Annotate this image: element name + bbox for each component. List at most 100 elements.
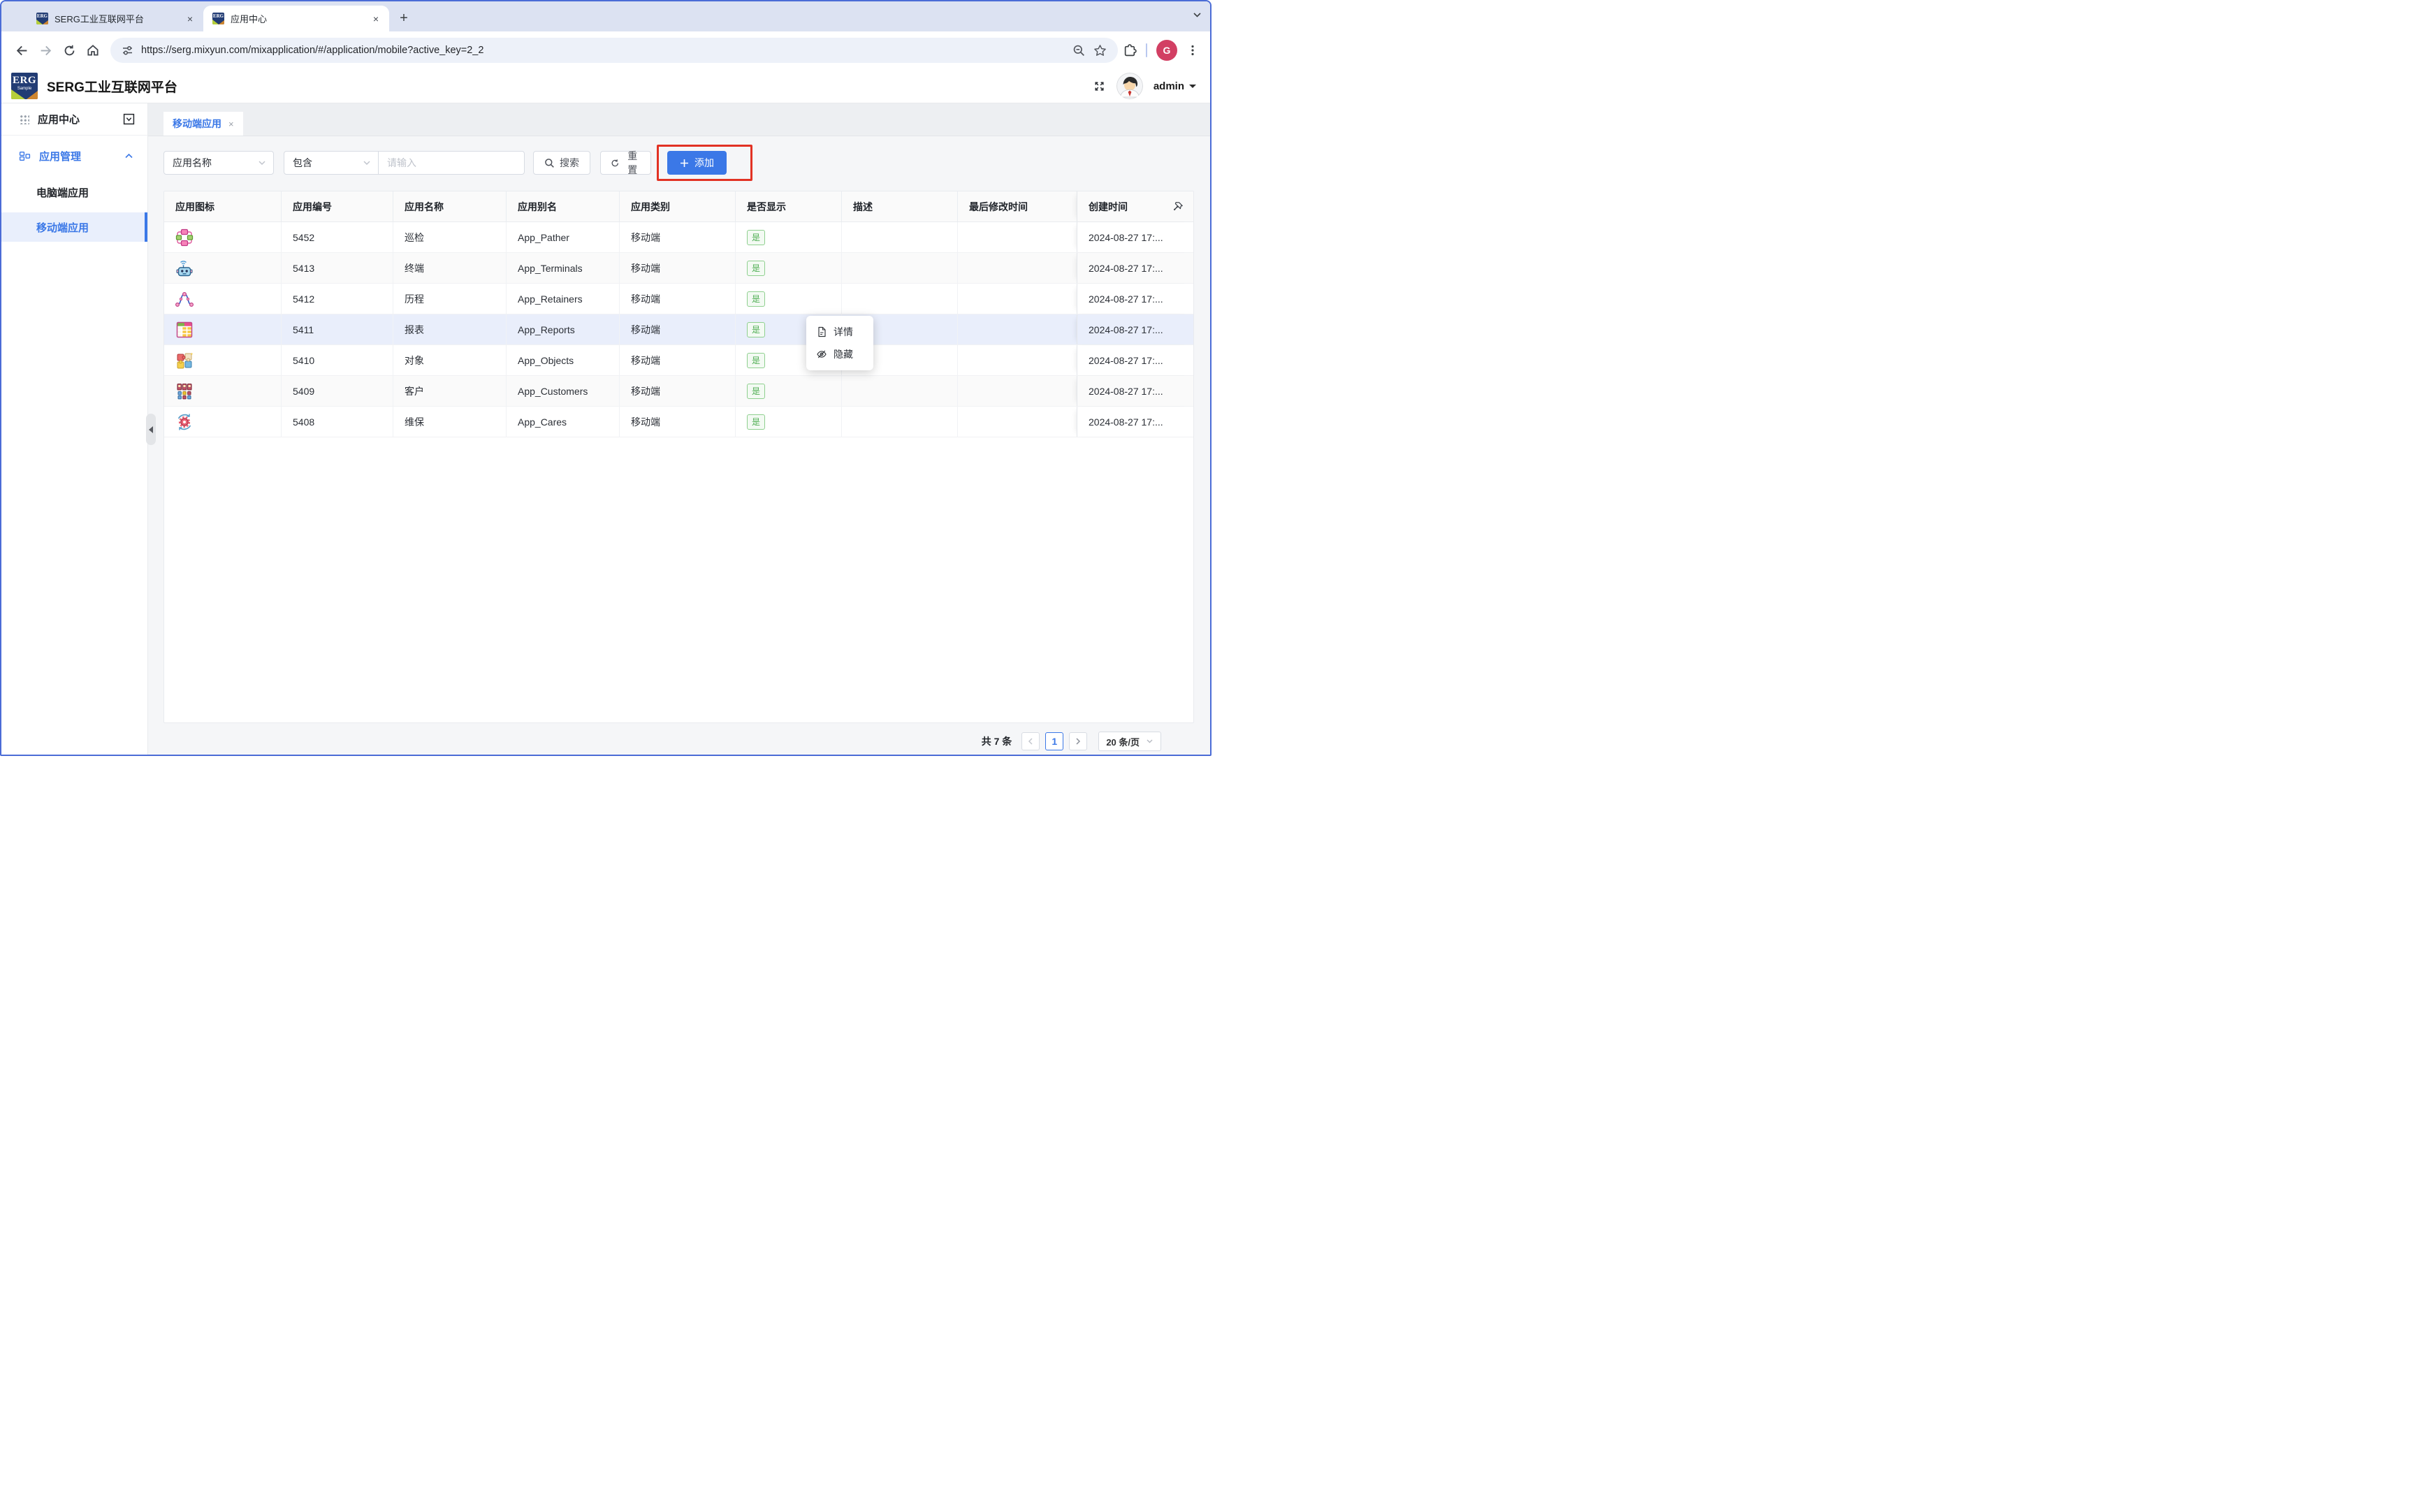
col-app-alias: 应用别名 [507,191,620,221]
keyword-input-wrap [378,151,525,175]
browser-toolbar: https://serg.mixyun.com/mixapplication/#… [1,31,1210,69]
user-avatar[interactable] [1116,73,1143,99]
workflow-icon [175,228,194,247]
col-modified: 最后修改时间 [958,191,1077,221]
serg-logo: ERG Sample [11,73,38,99]
username-menu[interactable]: admin [1154,80,1196,92]
table-row[interactable]: 5408 维保 App_Cares 移动端 是 2024-08-27 17:..… [164,407,1193,437]
chevron-left-icon [1027,737,1034,746]
tab-close-icon[interactable]: × [184,13,196,24]
prev-page-button[interactable] [1021,732,1040,750]
triangle-left-icon [145,426,153,433]
url-bar[interactable]: https://serg.mixyun.com/mixapplication/#… [110,38,1118,63]
keyword-input[interactable] [387,157,516,168]
next-page-button[interactable] [1069,732,1087,750]
browser-tab-strip: ERG SERG工业互联网平台 × ERG 应用中心 × + [1,1,1210,31]
col-visible: 是否显示 [736,191,842,221]
table-row-highlighted[interactable]: 5411 报表 App_Reports 移动端 是 2024-08-27 17:… [164,314,1193,345]
page-size-select[interactable]: 20 条/页 [1098,732,1161,751]
browser-tab-inactive[interactable]: ERG SERG工业互联网平台 × [27,6,203,31]
app-header: ERG Sample SERG工业互联网平台 admin [1,69,1210,103]
tab-close-icon[interactable]: × [228,119,234,129]
search-icon [544,158,555,168]
page-title: SERG工业互联网平台 [47,77,177,96]
toolbar-separator [1146,43,1147,57]
tab-list-chevron-icon[interactable] [1193,11,1202,18]
browser-tab-active[interactable]: ERG 应用中心 × [203,6,389,31]
robot-icon [175,259,194,277]
pagination: 共 7 条 1 20 条/页 [148,732,1161,751]
puzzle-pieces-icon [175,351,194,370]
forward-icon[interactable] [34,38,57,62]
url-text[interactable]: https://serg.mixyun.com/mixapplication/#… [141,45,1065,56]
sidebar-section-app-center[interactable]: 应用中心 [1,103,147,136]
sidebar: 应用中心 应用管理 电脑端应用 移动端应用 [1,103,148,755]
col-app-name: 应用名称 [393,191,507,221]
apps-table: 应用图标 应用编号 应用名称 应用别名 应用类别 是否显示 描述 最后修改时间 … [163,191,1194,723]
refresh-icon [611,158,620,168]
table-header-row: 应用图标 应用编号 应用名称 应用别名 应用类别 是否显示 描述 最后修改时间 … [164,191,1193,222]
checkbox-v-icon[interactable] [123,113,135,125]
context-menu-hide[interactable]: 隐藏 [806,343,873,365]
fullscreen-icon[interactable] [1093,80,1106,93]
home-icon[interactable] [81,38,105,62]
sidebar-item-pc-apps[interactable]: 电脑端应用 [1,177,147,207]
extensions-puzzle-icon[interactable] [1123,44,1137,57]
col-app-category: 应用类别 [620,191,736,221]
chevron-up-icon [124,153,133,159]
new-tab-button[interactable]: + [393,8,414,29]
site-settings-icon[interactable] [122,45,133,57]
status-badge: 是 [747,414,765,430]
operator-select[interactable]: 包含 [284,151,379,175]
eye-off-icon [816,349,827,360]
col-description: 描述 [842,191,958,221]
sidebar-collapse-handle[interactable] [146,414,156,445]
content-area: 移动端应用 × 应用名称 包含 搜索 [148,103,1210,755]
table-row[interactable]: 5410 对象 App_Objects 移动端 是 2024-08-27 17:… [164,345,1193,376]
col-app-icon: 应用图标 [164,191,282,221]
context-menu-detail[interactable]: 详情 [806,321,873,343]
sidebar-item-mobile-apps[interactable]: 移动端应用 [1,212,147,242]
grid-dots-icon [20,115,29,124]
reset-button[interactable]: 重置 [600,151,651,175]
status-badge: 是 [747,384,765,399]
gear-sync-icon [175,413,194,431]
report-grid-icon [175,321,194,339]
reload-icon[interactable] [57,38,81,62]
chevron-down-icon [258,160,266,166]
page-number-current[interactable]: 1 [1045,732,1063,750]
status-badge: 是 [747,261,765,276]
filter-bar: 应用名称 包含 搜索 重置 [163,145,1210,181]
tab-title: SERG工业互联网平台 [54,12,177,25]
chevron-down-icon [1146,739,1154,744]
field-select[interactable]: 应用名称 [163,151,274,175]
bookmark-star-icon[interactable] [1093,44,1107,57]
search-button[interactable]: 搜索 [533,151,590,175]
tab-title: 应用中心 [231,12,363,25]
sidebar-group-app-management[interactable]: 应用管理 [1,140,147,172]
table-row[interactable]: 5409 客户 App_Customers 移动端 是 2024-08-27 1… [164,376,1193,407]
content-tab-bar: 移动端应用 × [148,103,1210,136]
status-badge: 是 [747,230,765,245]
status-badge: 是 [747,322,765,337]
browser-menu-kebab-icon[interactable] [1186,44,1199,57]
milestone-icon [175,290,194,308]
status-badge: 是 [747,291,765,307]
pushpin-icon[interactable] [1172,201,1184,212]
browser-profile-avatar[interactable]: G [1156,40,1177,61]
browser-window: ERG SERG工业互联网平台 × ERG 应用中心 × + [0,0,1212,756]
plus-icon [680,159,689,168]
table-row[interactable]: 5413 终端 App_Terminals 移动端 是 2024-08-27 1… [164,253,1193,284]
back-icon[interactable] [10,38,34,62]
row-context-menu: 详情 隐藏 [806,316,873,370]
tab-mobile-apps[interactable]: 移动端应用 × [163,112,243,136]
annotation-highlight-box: 添加 [657,145,752,181]
erg-favicon: ERG [212,13,224,24]
tab-close-icon[interactable]: × [370,13,382,24]
add-button[interactable]: 添加 [667,151,727,175]
table-row[interactable]: 5452 巡检 App_Pather 移动端 是 2024-08-27 17:.… [164,222,1193,253]
status-badge: 是 [747,353,765,368]
table-row[interactable]: 5412 历程 App_Retainers 移动端 是 2024-08-27 1… [164,284,1193,314]
zoom-out-icon[interactable] [1072,44,1086,57]
col-app-id: 应用编号 [282,191,393,221]
